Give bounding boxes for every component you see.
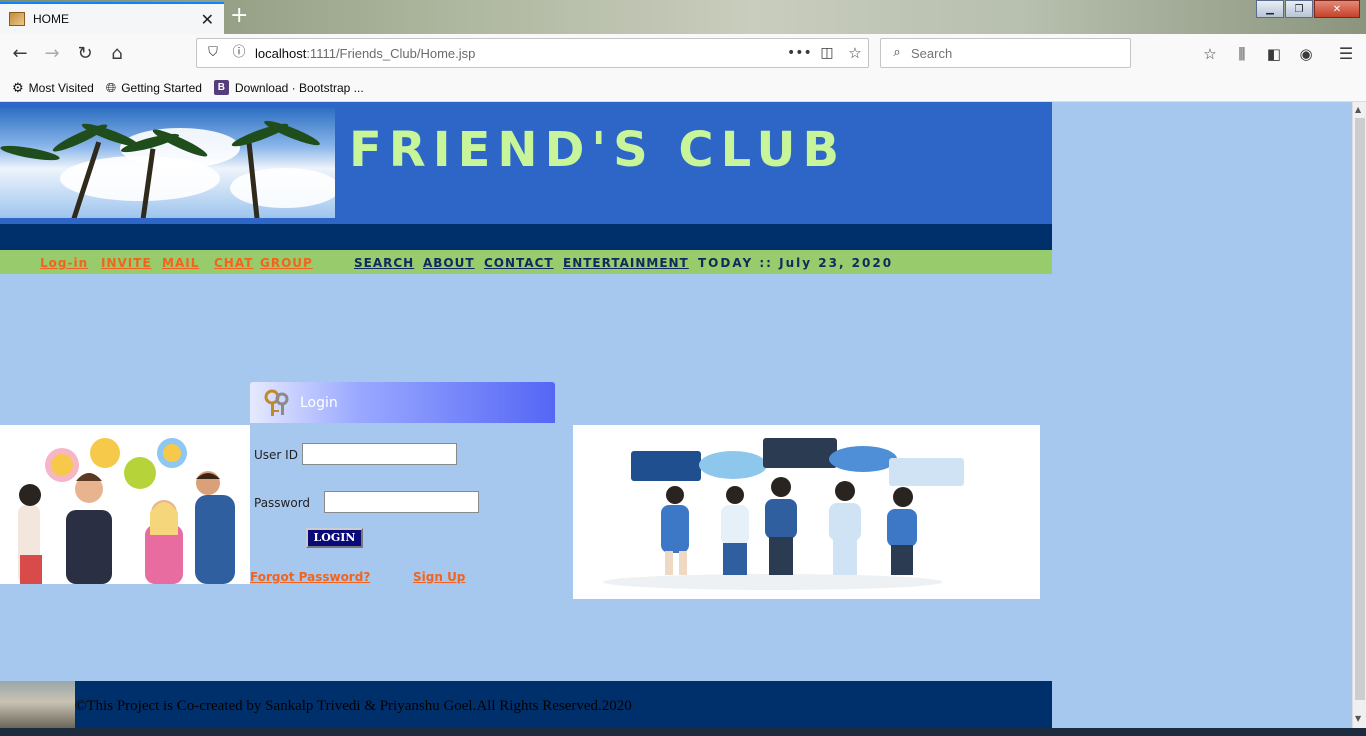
globe-icon: 🌐︎ [105,79,117,95]
window-controls: ▁ ❐ ✕ [1255,0,1360,18]
footer-copyright: ©This Project is Co-created by Sankalp T… [75,698,632,714]
site-title: FRIEND'S CLUB [349,122,847,178]
search-input[interactable]: ⌕ Search [880,38,1131,68]
browser-tab[interactable]: HOME ✕ [0,2,224,34]
forgot-password-link[interactable]: Forgot Password? [250,570,370,584]
restore-icon[interactable]: ❐ [1285,0,1313,18]
keys-icon [264,389,289,416]
tracking-shield-icon[interactable]: ⛉ [201,41,225,65]
bookmarks-toolbar: ⚙ Most Visited 🌐︎ Getting Started B Down… [0,74,1366,102]
group-chat-illustration [573,425,1040,599]
nav-link-chat[interactable]: CHAT [214,256,253,270]
page-actions-icon[interactable]: ••• [787,41,812,65]
menu-hamburger-icon[interactable]: ☰ [1334,42,1358,66]
scrollbar-thumb[interactable] [1355,118,1365,700]
site-info-icon[interactable]: ⓘ [227,41,251,65]
gear-icon: ⚙ [12,79,24,95]
user-id-label: User ID [254,448,298,462]
bookmark-getting-started[interactable]: 🌐︎ Getting Started [106,80,202,96]
sign-up-link[interactable]: Sign Up [413,570,465,584]
browser-toolbar: ← → ↻ ⌂ ⛉ ⓘ localhost:1111/Friends_Club/… [0,34,1366,74]
palm-tree-banner-image [0,108,335,218]
search-icon: ⌕ [893,45,901,60]
url-text: localhost:1111/Friends_Club/Home.jsp [255,46,475,61]
bookmark-label: Getting Started [121,80,202,95]
password-input[interactable] [324,491,479,513]
user-id-input[interactable] [302,443,457,465]
scroll-down-icon[interactable]: ▼ [1355,714,1361,723]
nav-link-search[interactable]: SEARCH [354,256,414,270]
page-content: FRIEND'S CLUB Log-in INVITE MAIL CHAT GR… [0,102,1352,728]
nav-link-login[interactable]: Log-in [40,256,88,270]
nav-link-mail[interactable]: MAIL [162,256,199,270]
site-footer: ©This Project is Co-created by Sankalp T… [0,681,1052,728]
login-button[interactable]: LOGIN [306,528,363,548]
bookmark-label: Download · Bootstrap ... [234,80,364,95]
password-label: Password [254,496,311,510]
header-band [0,224,1052,250]
login-panel-title: Login [300,395,338,411]
nav-link-about[interactable]: ABOUT [423,256,475,270]
url-host: localhost [255,46,307,61]
bookmark-label: Most Visited [28,80,94,95]
back-icon[interactable]: ← [8,42,32,66]
reload-icon[interactable]: ↻ [73,42,97,66]
url-path: :1111/Friends_Club/Home.jsp [306,46,476,61]
nav-link-invite[interactable]: INVITE [101,256,152,270]
pocket-icon[interactable]: ◫ [815,41,839,65]
site-nav-menu: Log-in INVITE MAIL CHAT GROUP SEARCH ABO… [0,250,1052,274]
close-window-icon[interactable]: ✕ [1314,0,1360,18]
os-taskbar [0,728,1366,736]
library-icon[interactable]: ⫼ [1230,42,1254,66]
today-date: TODAY :: July 23, 2020 [698,256,894,270]
site-header: FRIEND'S CLUB [0,102,1052,224]
account-icon[interactable]: ◉ [1294,42,1318,66]
bookmark-menu-icon[interactable]: ☆ [1198,42,1222,66]
bootstrap-logo-icon: B [213,80,229,95]
page-scrollbar[interactable]: ▲ ▼ [1352,102,1366,728]
address-bar[interactable]: ⛉ ⓘ localhost:1111/Friends_Club/Home.jsp… [196,38,869,68]
browser-titlebar: HOME ✕ + ▁ ❐ ✕ [0,0,1366,34]
page-favicon-icon [9,12,25,26]
nav-link-contact[interactable]: CONTACT [484,256,554,270]
minimize-icon[interactable]: ▁ [1256,0,1284,18]
scroll-up-icon[interactable]: ▲ [1355,105,1361,114]
search-placeholder: Search [911,46,953,61]
close-tab-icon[interactable]: ✕ [201,10,214,29]
friends-emoji-illustration [0,425,250,584]
forward-icon[interactable]: → [40,42,64,66]
home-icon[interactable]: ⌂ [105,42,129,66]
tab-title: HOME [33,12,69,26]
new-tab-icon[interactable]: + [230,4,248,28]
bookmark-most-visited[interactable]: ⚙ Most Visited [12,80,94,96]
sidebar-icon[interactable]: ◧ [1262,42,1286,66]
login-panel-header: Login [250,382,555,423]
nav-link-entertainment[interactable]: ENTERTAINMENT [563,256,689,270]
creators-photo [0,681,75,728]
bookmark-star-icon[interactable]: ☆ [843,41,867,65]
nav-link-group[interactable]: GROUP [260,256,313,270]
bookmark-bootstrap[interactable]: B Download · Bootstrap ... [213,80,364,95]
